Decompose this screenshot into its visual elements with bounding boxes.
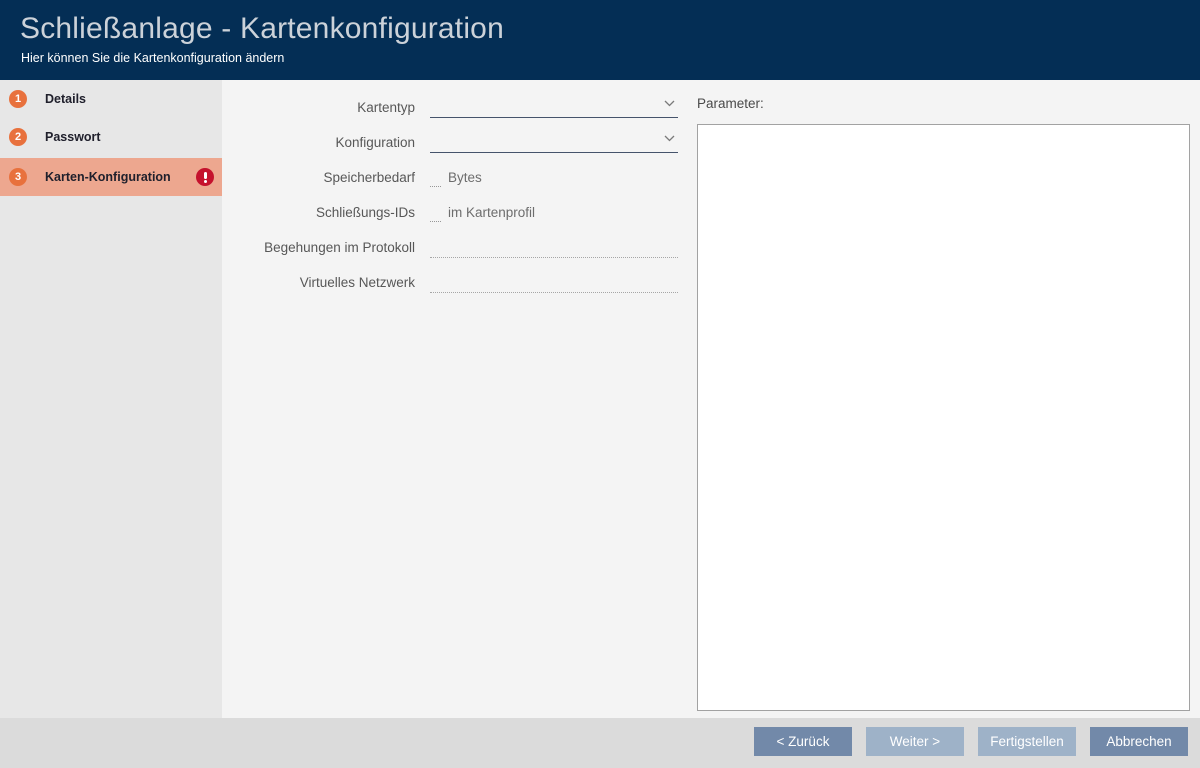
cancel-button[interactable]: Abbrechen bbox=[1090, 727, 1188, 756]
step-number-badge: 1 bbox=[9, 90, 27, 108]
error-icon bbox=[196, 168, 214, 186]
form-row-virtuelles-netzwerk: Virtuelles Netzwerk bbox=[222, 265, 692, 300]
form-row-kartentyp: Kartentyp bbox=[222, 90, 692, 125]
chevron-down-icon bbox=[664, 94, 675, 112]
form-row-konfiguration: Konfiguration bbox=[222, 125, 692, 160]
page-title: Schließanlage - Kartenkonfiguration bbox=[20, 12, 504, 46]
wizard-sidebar: 1 Details 2 Passwort 3 Karten-Konfigurat… bbox=[0, 80, 222, 718]
wizard-step-karten-konfiguration[interactable]: 3 Karten-Konfiguration bbox=[0, 158, 222, 196]
kartentyp-label: Kartentyp bbox=[222, 90, 430, 125]
finish-button[interactable]: Fertigstellen bbox=[978, 727, 1076, 756]
chevron-down-icon bbox=[664, 129, 675, 147]
virtuelles-netzwerk-field-wrap bbox=[430, 267, 678, 293]
step-label: Passwort bbox=[45, 130, 101, 144]
schliessungs-ids-value: im Kartenprofil bbox=[448, 205, 535, 220]
next-button[interactable]: Weiter > bbox=[866, 727, 964, 756]
speicherbedarf-unit: Bytes bbox=[448, 170, 482, 185]
begehungen-field-wrap bbox=[430, 232, 678, 258]
dialog-header: Schließanlage - Kartenkonfiguration Hier… bbox=[0, 0, 1200, 80]
form-row-begehungen: Begehungen im Protokoll bbox=[222, 230, 692, 265]
page-subtitle: Hier können Sie die Kartenkonfiguration … bbox=[21, 51, 284, 65]
main-content: Kartentyp Konfiguration Speicherbedarf B… bbox=[222, 80, 1200, 718]
schliessungs-ids-value-field: im Kartenprofil bbox=[430, 195, 678, 230]
begehungen-input[interactable] bbox=[430, 234, 678, 258]
parameter-label: Parameter: bbox=[697, 96, 764, 111]
step-number-badge: 3 bbox=[9, 168, 27, 186]
empty-value-dots bbox=[430, 175, 441, 187]
wizard-step-passwort[interactable]: 2 Passwort bbox=[0, 118, 222, 156]
wizard-step-details[interactable]: 1 Details bbox=[0, 80, 222, 118]
virtuelles-netzwerk-input[interactable] bbox=[430, 269, 678, 293]
kartentyp-select[interactable] bbox=[430, 92, 678, 118]
card-config-form: Kartentyp Konfiguration Speicherbedarf B… bbox=[222, 90, 692, 300]
form-row-speicherbedarf: Speicherbedarf Bytes bbox=[222, 160, 692, 195]
begehungen-label: Begehungen im Protokoll bbox=[222, 230, 430, 265]
back-button[interactable]: < Zurück bbox=[754, 727, 852, 756]
empty-value-dots bbox=[430, 210, 441, 222]
konfiguration-label: Konfiguration bbox=[222, 125, 430, 160]
schliessungs-ids-label: Schließungs-IDs bbox=[222, 195, 430, 230]
step-label: Karten-Konfiguration bbox=[45, 170, 171, 184]
parameter-list-box bbox=[697, 124, 1190, 711]
virtuelles-netzwerk-label: Virtuelles Netzwerk bbox=[222, 265, 430, 300]
speicherbedarf-label: Speicherbedarf bbox=[222, 160, 430, 195]
step-label: Details bbox=[45, 92, 86, 106]
footer-bar: < Zurück Weiter > Fertigstellen Abbreche… bbox=[0, 718, 1200, 768]
form-row-schliessungs-ids: Schließungs-IDs im Kartenprofil bbox=[222, 195, 692, 230]
speicherbedarf-value-field: Bytes bbox=[430, 160, 678, 195]
step-number-badge: 2 bbox=[9, 128, 27, 146]
konfiguration-select[interactable] bbox=[430, 127, 678, 153]
